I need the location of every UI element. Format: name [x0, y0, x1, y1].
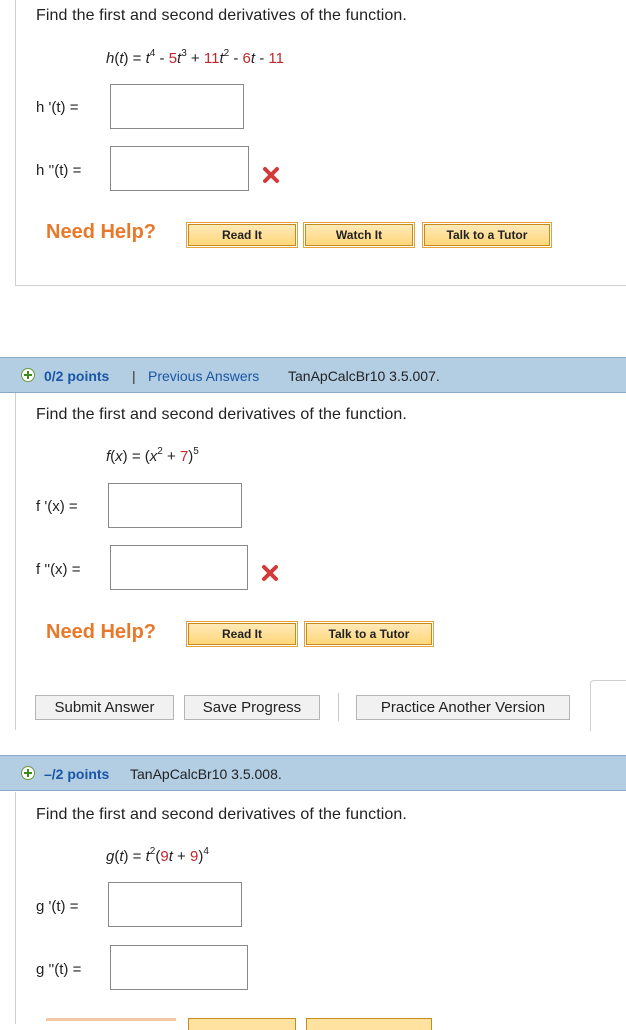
side-panel-edge [590, 680, 626, 731]
button-divider [338, 693, 339, 721]
second-derivative-label: f ''(x) = [36, 561, 81, 578]
second-derivative-input[interactable] [110, 146, 249, 191]
talk-to-tutor-button[interactable]: Talk to a Tutor [422, 222, 552, 248]
question-prompt: Find the first and second derivatives of… [36, 406, 407, 423]
need-help-label: Need Help? [46, 221, 157, 243]
incorrect-x-icon [263, 167, 279, 183]
question-prompt: Find the first and second derivatives of… [36, 806, 407, 823]
function-equation: g(t) = t2(9t + 9)4 [106, 846, 209, 865]
second-derivative-input[interactable] [110, 545, 248, 590]
watch-it-button[interactable]: Watch It [303, 222, 415, 248]
practice-another-version-button[interactable]: Practice Another Version [356, 695, 570, 720]
question-header-bar: 0/2 points | Previous Answers TanApCalcB… [0, 357, 626, 393]
second-derivative-label: g ''(t) = [36, 961, 82, 978]
first-derivative-input[interactable] [108, 483, 242, 528]
question-header-bar: –/2 points TanApCalcBr10 3.5.008. [0, 755, 626, 791]
first-derivative-label: g '(t) = [36, 898, 79, 915]
first-derivative-label: h '(t) = [36, 99, 79, 116]
first-derivative-label: f '(x) = [36, 498, 78, 515]
read-it-button-cut[interactable] [188, 1018, 296, 1030]
second-derivative-input[interactable] [110, 945, 248, 990]
talk-to-tutor-button-cut[interactable] [306, 1018, 432, 1030]
talk-to-tutor-button[interactable]: Talk to a Tutor [304, 621, 434, 647]
question-card-2 [15, 393, 626, 730]
header-separator: | [132, 368, 136, 384]
expand-plus-icon[interactable] [21, 368, 35, 382]
need-help-label: Need Help? [46, 621, 157, 643]
second-derivative-label: h ''(t) = [36, 162, 82, 179]
question-card-3 [15, 792, 626, 1024]
function-equation: f(x) = (x2 + 7)5 [106, 446, 199, 465]
previous-answers-link[interactable]: Previous Answers [148, 368, 259, 384]
read-it-button[interactable]: Read It [186, 222, 298, 248]
need-help-label-cut [46, 1018, 176, 1030]
question-code: TanApCalcBr10 3.5.007. [288, 368, 440, 384]
first-derivative-input[interactable] [108, 882, 242, 927]
points-label: –/2 points [44, 766, 110, 782]
question-code: TanApCalcBr10 3.5.008. [130, 766, 282, 782]
function-equation: h(t) = t4 - 5t3 + 11t2 - 6t - 11 [106, 48, 284, 67]
incorrect-x-icon [262, 565, 278, 581]
submit-answer-button[interactable]: Submit Answer [35, 695, 174, 720]
expand-plus-icon[interactable] [21, 766, 35, 780]
first-derivative-input[interactable] [110, 84, 244, 129]
read-it-button[interactable]: Read It [186, 621, 298, 647]
save-progress-button[interactable]: Save Progress [184, 695, 320, 720]
question-prompt: Find the first and second derivatives of… [36, 7, 407, 24]
points-label: 0/2 points [44, 368, 110, 384]
